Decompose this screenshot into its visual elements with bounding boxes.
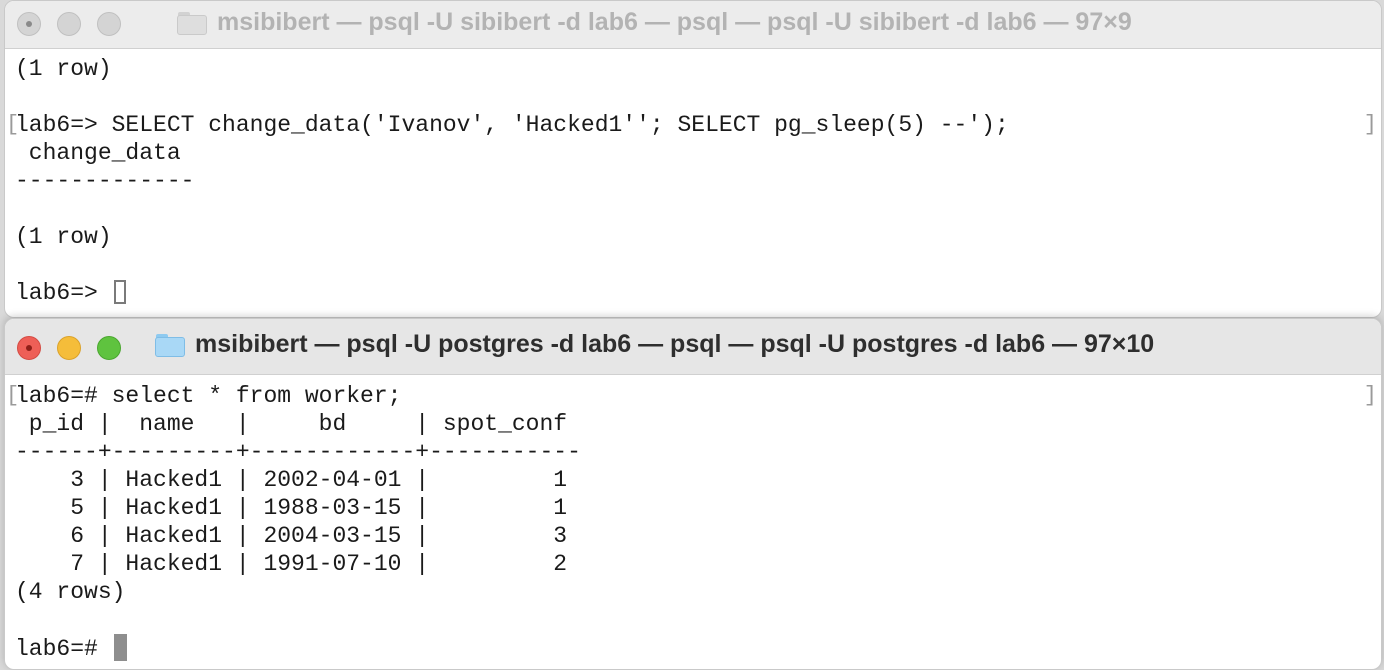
window-title: msibibert — psql -U sibibert -d lab6 — p…: [177, 8, 1132, 37]
folder-icon: [155, 333, 185, 357]
close-icon: [26, 21, 32, 27]
terminal-window-active[interactable]: msibibert — psql -U postgres -d lab6 — p…: [4, 318, 1382, 670]
output-line: change_data: [15, 140, 181, 166]
window-controls: [17, 12, 121, 36]
mark-bracket-right: ]: [1363, 112, 1377, 137]
title-bar[interactable]: msibibert — psql -U postgres -d lab6 — p…: [5, 319, 1381, 375]
zoom-button[interactable]: [97, 12, 121, 36]
prompt-text: lab6=#: [15, 636, 112, 662]
cursor: [113, 280, 126, 304]
window-title-text: msibibert — psql -U postgres -d lab6 — p…: [195, 330, 1155, 358]
prompt-line[interactable]: lab6=>: [15, 279, 1371, 307]
minimize-button[interactable]: [57, 12, 81, 36]
window-title-text: msibibert — psql -U sibibert -d lab6 — p…: [217, 8, 1132, 36]
output-line: -------------: [15, 168, 195, 194]
output-line: (1 row): [15, 56, 112, 82]
terminal-window-inactive[interactable]: msibibert — psql -U sibibert -d lab6 — p…: [4, 0, 1382, 318]
window-controls: [17, 336, 121, 360]
table-header: p_id | name | bd | spot_conf: [15, 411, 581, 437]
command-text: lab6=> SELECT change_data('Ivanov', 'Hac…: [15, 112, 1009, 138]
table-separator: ------+---------+------------+----------…: [15, 439, 581, 465]
close-button[interactable]: [17, 12, 41, 36]
cursor: [113, 634, 127, 661]
table-row: 6 | Hacked1 | 2004-03-15 | 3: [15, 523, 568, 549]
mark-bracket-right: ]: [1363, 383, 1377, 408]
title-bar[interactable]: msibibert — psql -U sibibert -d lab6 — p…: [5, 1, 1381, 49]
command-line: [lab6=> SELECT change_data('Ivanov', 'Ha…: [6, 111, 1377, 139]
terminal-output[interactable]: [lab6=# select * from worker;] p_id | na…: [6, 382, 1377, 662]
minimize-button[interactable]: [57, 336, 81, 360]
row-count: (4 rows): [15, 579, 126, 605]
close-button[interactable]: [17, 336, 41, 360]
output-line: (1 row): [15, 224, 112, 250]
command-line: [lab6=# select * from worker;]: [6, 382, 1377, 410]
folder-icon: [177, 11, 207, 35]
table-row: 7 | Hacked1 | 1991-07-10 | 2: [15, 551, 568, 577]
mark-bracket-left: [: [6, 112, 20, 137]
terminal-output[interactable]: (1 row) [lab6=> SELECT change_data('Ivan…: [6, 55, 1377, 307]
zoom-button[interactable]: [97, 336, 121, 360]
prompt-text: lab6=>: [15, 280, 112, 306]
close-icon: [26, 345, 32, 351]
mark-bracket-left: [: [6, 383, 20, 408]
table-row: 5 | Hacked1 | 1988-03-15 | 1: [15, 495, 568, 521]
prompt-line[interactable]: lab6=#: [15, 634, 1371, 662]
table-row: 3 | Hacked1 | 2002-04-01 | 1: [15, 467, 568, 493]
command-text: lab6=# select * from worker;: [15, 383, 402, 409]
window-title: msibibert — psql -U postgres -d lab6 — p…: [155, 330, 1154, 359]
